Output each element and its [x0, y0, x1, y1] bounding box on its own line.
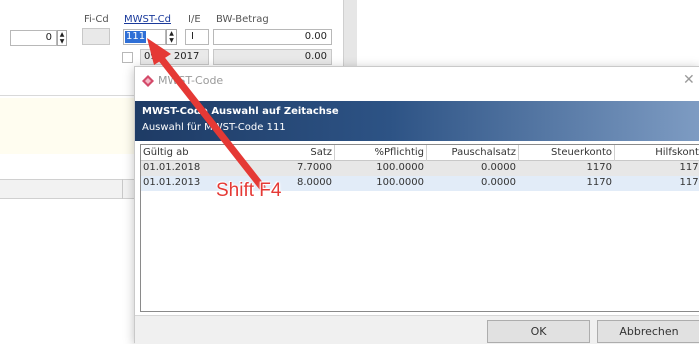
bw-betrag-value: 0.00: [304, 31, 327, 42]
bw-betrag-field[interactable]: 0.00: [213, 29, 332, 45]
table-header: Gültig ab Satz %Pflichtig Pauschalsatz S…: [141, 145, 699, 161]
ok-button[interactable]: OK: [487, 320, 590, 343]
cancel-button[interactable]: Abbrechen: [597, 320, 699, 343]
mwst-cd-field[interactable]: 111: [123, 29, 166, 45]
banner-title: MWST-Code Auswahl auf Zeitachse: [142, 106, 339, 117]
cell-pflichtig: 100.0000: [376, 177, 424, 188]
table-row[interactable]: 01.01.2018 7.7000 100.0000 0.0000 1170 1…: [141, 161, 699, 176]
mwst-cd-value: 111: [125, 31, 147, 43]
close-icon[interactable]: ✕: [683, 72, 695, 88]
left-number-field[interactable]: 0: [10, 30, 57, 46]
col-divider: [518, 145, 519, 161]
divider-line: [0, 95, 140, 96]
cell-satz: 7.7000: [297, 162, 332, 173]
second-amount-value: 0.00: [304, 51, 327, 62]
banner-subtitle: Auswahl für MWST-Code 111: [142, 122, 286, 133]
cell-pflichtig: 100.0000: [376, 162, 424, 173]
date-value: 09.: [144, 51, 160, 62]
date-field[interactable]: 09. 2017: [140, 49, 209, 65]
dialog-title: MWST-Code: [158, 74, 224, 87]
bw-betrag-label: BW-Betrag: [216, 14, 269, 25]
spinner-down-icon[interactable]: ▼: [58, 38, 66, 45]
left-number-spinner[interactable]: ▲ ▼: [57, 30, 67, 46]
info-panel: [0, 98, 140, 154]
cell-steuerkonto: 1170: [586, 162, 612, 173]
col-hilfskonto[interactable]: Hilfskonto: [621, 147, 699, 158]
col-divider: [614, 145, 615, 161]
dialog-footer: OK Abbrechen: [135, 315, 699, 344]
grid-header-divider: [122, 179, 123, 199]
grid-header-strip: [0, 179, 140, 199]
col-divider: [334, 145, 335, 161]
mwst-cd-link[interactable]: MWST-Cd: [124, 14, 171, 25]
ie-value: I: [191, 31, 194, 42]
col-pauschalsatz[interactable]: Pauschalsatz: [436, 147, 516, 158]
cell-satz: 8.0000: [297, 177, 332, 188]
col-divider: [426, 145, 427, 161]
dialog-titlebar: MWST-Code ✕: [135, 67, 699, 95]
date-value-tail: 2017: [173, 51, 200, 62]
rates-table: Gültig ab Satz %Pflichtig Pauschalsatz S…: [140, 144, 699, 312]
app-logo-icon: [142, 75, 154, 87]
spinner-up-icon[interactable]: ▲: [167, 30, 176, 37]
ie-field[interactable]: I: [185, 29, 209, 45]
col-gueltig-ab[interactable]: Gültig ab: [143, 147, 189, 158]
cell-hilfskonto: 1172: [679, 162, 699, 173]
spinner-down-icon[interactable]: ▼: [167, 37, 176, 44]
fi-cd-field: [82, 28, 110, 45]
mwst-cd-spinner[interactable]: ▲ ▼: [166, 29, 177, 45]
mwst-code-dialog: MWST-Code ✕ MWST-Code Auswahl auf Zeitac…: [134, 66, 699, 344]
dialog-banner: MWST-Code Auswahl auf Zeitachse Auswahl …: [135, 101, 699, 141]
fi-cd-label: Fi-Cd: [84, 14, 109, 25]
row2-checkbox[interactable]: [122, 52, 133, 63]
col-steuerkonto[interactable]: Steuerkonto: [525, 147, 612, 158]
col-satz[interactable]: Satz: [295, 147, 332, 158]
col-pflichtig[interactable]: %Pflichtig: [361, 147, 425, 158]
spinner-up-icon[interactable]: ▲: [58, 31, 66, 38]
shortcut-annotation: Shift F4: [216, 180, 282, 201]
ie-label: I/E: [188, 14, 201, 25]
cell-pauschalsatz: 0.0000: [481, 177, 516, 188]
cell-hilfskonto: 1172: [679, 177, 699, 188]
left-number-value: 0: [45, 32, 52, 43]
cell-gueltig-ab: 01.01.2013: [143, 177, 201, 188]
cell-gueltig-ab: 01.01.2018: [143, 162, 201, 173]
cell-pauschalsatz: 0.0000: [481, 162, 516, 173]
cell-steuerkonto: 1170: [586, 177, 612, 188]
second-amount-field: 0.00: [213, 49, 332, 65]
